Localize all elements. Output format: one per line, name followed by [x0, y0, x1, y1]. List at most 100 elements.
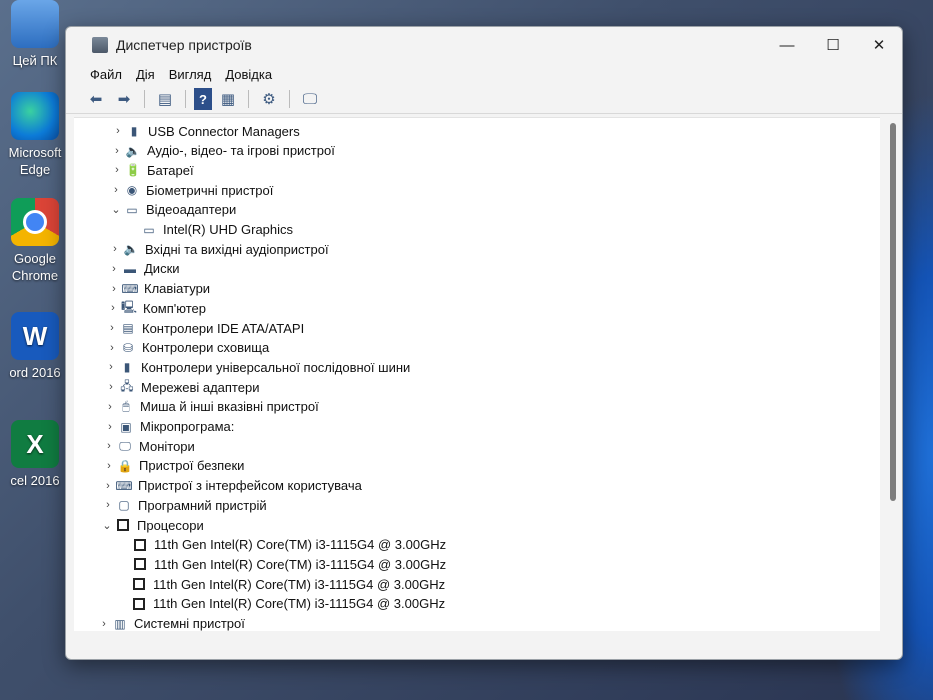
chevron-right-icon[interactable]: ›	[104, 342, 120, 354]
toolbar-separator	[248, 90, 249, 108]
usb-icon: ▮	[130, 124, 138, 138]
tree-item-label: Аудіо-, відео- та ігрові пристрої	[147, 143, 335, 159]
tree-item-label: Контролери IDE ATA/ATAPI	[142, 320, 305, 336]
tree-category[interactable]: › 🖱 Миша й інші вказівні пристрої	[102, 397, 319, 417]
computer-icon: 🖳	[121, 299, 138, 314]
menu-view[interactable]: Вигляд	[169, 67, 212, 82]
tree-child-item[interactable]: 11th Gen Intel(R) Core(TM) i3-1115G4 @ 3…	[116, 535, 446, 555]
disk-icon: ▬	[124, 261, 136, 276]
tree-category[interactable]: › 🔒 Пристрої безпеки	[101, 456, 244, 476]
tree-item-label: Мікропрограма:	[140, 419, 235, 434]
tree-category[interactable]: › 🖧 Мережеві адаптери	[103, 377, 259, 397]
tree-item-label: Монітори	[139, 438, 195, 454]
desktop-icon-label: Microsoft Edge	[8, 145, 62, 177]
menu-help[interactable]: Довідка	[225, 67, 272, 82]
close-button[interactable]: ✕	[856, 27, 902, 63]
menu-action[interactable]: Дія	[136, 67, 155, 82]
vertical-scrollbar[interactable]	[890, 123, 896, 501]
tree-item-label: Вхідні та вихідні аудіопристрої	[145, 241, 329, 257]
maximize-button[interactable]: ☐	[810, 27, 856, 63]
tree-category[interactable]: › ▬ Диски	[106, 259, 179, 279]
tree-category[interactable]: ⌄ ▭ Відеоадаптери	[108, 200, 236, 220]
chevron-right-icon[interactable]: ›	[106, 283, 122, 295]
device-tree-pane[interactable]: › ▮ USB Connector Managers › 🔈 Аудіо-, відео-…	[74, 117, 880, 645]
chevron-right-icon[interactable]: ›	[103, 361, 119, 373]
chevron-right-icon[interactable]: ›	[101, 440, 117, 452]
menu-file[interactable]: Файл	[90, 67, 122, 82]
tree-item-label: Контролери сховища	[142, 340, 270, 356]
chevron-right-icon[interactable]: ›	[108, 184, 124, 196]
chevron-right-icon[interactable]: ›	[102, 401, 118, 413]
back-icon[interactable]: ⬅	[84, 88, 108, 110]
tree-item-label: Клавіатури	[144, 281, 211, 297]
chevron-right-icon[interactable]: ›	[109, 164, 125, 176]
tree-category[interactable]: ⌄ Процесори	[99, 515, 203, 535]
monitor-icon[interactable]: 🖵	[298, 88, 322, 110]
tree-category[interactable]: › 🔋 Батареї	[109, 160, 193, 180]
tree-category[interactable]: › ▮ Контролери універсальної послідовної ш…	[103, 357, 410, 377]
chevron-right-icon[interactable]: ›	[100, 499, 116, 511]
tree-category[interactable]: › ▮ USB Connector Managers	[110, 121, 300, 141]
chevron-right-icon[interactable]: ›	[100, 480, 116, 492]
battery-icon: 🔋	[125, 163, 141, 178]
horizontal-scroll-area	[74, 631, 880, 645]
tree-child-item[interactable]: 11th Gen Intel(R) Core(TM) i3-1115G4 @ 3…	[115, 594, 445, 614]
tree-child-item[interactable]: 11th Gen Intel(R) Core(TM) i3-1115G4 @ 3…	[115, 574, 445, 594]
chevron-right-icon[interactable]: ›	[103, 381, 119, 393]
desktop-icon-edge[interactable]: Microsoft Edge	[0, 92, 70, 178]
tree-category[interactable]: › ⛁ Контролери сховища	[104, 338, 269, 358]
properties-icon[interactable]: ▤	[153, 88, 177, 110]
desktop-icon-excel[interactable]: X cel 2016	[0, 420, 70, 489]
chevron-right-icon[interactable]: ›	[105, 302, 121, 314]
chevron-right-icon[interactable]: ›	[109, 145, 125, 157]
display-adapter-icon: ▭	[143, 222, 155, 237]
scan-hardware-icon[interactable]: ⚙	[257, 88, 281, 110]
chevron-right-icon[interactable]: ›	[102, 421, 118, 433]
tree-category[interactable]: › 🖵 Монітори	[101, 436, 195, 456]
tree-category[interactable]: › 🔈 Вхідні та вихідні аудіопристрої	[107, 239, 329, 259]
desktop-icon-label: Google Chrome	[11, 251, 59, 283]
keyboard-icon: ⌨	[121, 281, 139, 296]
chevron-right-icon[interactable]: ›	[101, 460, 117, 472]
fingerprint-icon: ◉	[126, 183, 138, 198]
chevron-down-icon[interactable]: ⌄	[99, 519, 115, 532]
tree-category[interactable]: › ▣ Мікропрограма:	[102, 417, 234, 437]
tree-item-label: 11th Gen Intel(R) Core(TM) i3-1115G4 @ 3…	[154, 556, 447, 572]
desktop-icon-word[interactable]: W ord 2016	[0, 312, 70, 381]
title-bar[interactable]: Диспетчер пристроїв — ☐ ✕	[66, 27, 902, 63]
help-icon[interactable]: ?	[194, 88, 212, 110]
tree-item-label: Біометричні пристрої	[146, 182, 274, 198]
storage-controller-icon: ⛁	[122, 340, 134, 355]
view-icon[interactable]: ▦	[216, 88, 240, 110]
desktop-icon-label: Цей ПК	[12, 53, 58, 68]
desktop-icon-this-pc[interactable]: Цей ПК	[0, 0, 70, 69]
tree-child-item[interactable]: 11th Gen Intel(R) Core(TM) i3-1115G4 @ 3…	[116, 554, 446, 574]
menu-bar: Файл Дія Вигляд Довідка	[66, 63, 902, 85]
chevron-right-icon[interactable]: ›	[96, 618, 112, 630]
chevron-right-icon[interactable]: ›	[110, 125, 126, 137]
tree-category[interactable]: › ◉ Біометричні пристрої	[108, 180, 273, 200]
tree-category[interactable]: › 🔈 Аудіо-, відео- та ігрові пристрої	[109, 141, 335, 161]
cpu-icon	[131, 577, 147, 591]
tree-child-item[interactable]: ▭ Intel(R) UHD Graphics	[125, 220, 293, 240]
chevron-right-icon[interactable]: ›	[104, 322, 120, 334]
excel-icon: X	[11, 420, 59, 468]
tree-item-label: USB Connector Managers	[148, 123, 300, 139]
ide-controller-icon: ▤	[122, 321, 134, 335]
tree-category[interactable]: › ⌨ Клавіатури	[106, 279, 210, 299]
toolbar-separator	[289, 90, 290, 108]
tree-category[interactable]: › ▢ Програмний пристрій	[100, 495, 266, 515]
chevron-down-icon[interactable]: ⌄	[108, 203, 124, 216]
software-device-icon: ▢	[118, 498, 130, 513]
cpu-icon	[131, 597, 147, 611]
hid-icon: ⌨	[115, 478, 133, 493]
chevron-right-icon[interactable]: ›	[107, 243, 123, 255]
forward-icon[interactable]: ➡	[112, 88, 136, 110]
desktop-icon-chrome[interactable]: Google Chrome	[0, 198, 70, 284]
tree-category[interactable]: › 🖳 Комп'ютер	[105, 298, 206, 318]
tree-item-label: 11th Gen Intel(R) Core(TM) i3-1115G4 @ 3…	[153, 576, 446, 592]
tree-category[interactable]: › ⌨ Пристрої з інтерфейсом користувача	[100, 476, 362, 496]
chevron-right-icon[interactable]: ›	[106, 263, 122, 275]
tree-category[interactable]: › ▤ Контролери IDE ATA/ATAPI	[104, 318, 304, 338]
minimize-button[interactable]: —	[764, 27, 810, 63]
